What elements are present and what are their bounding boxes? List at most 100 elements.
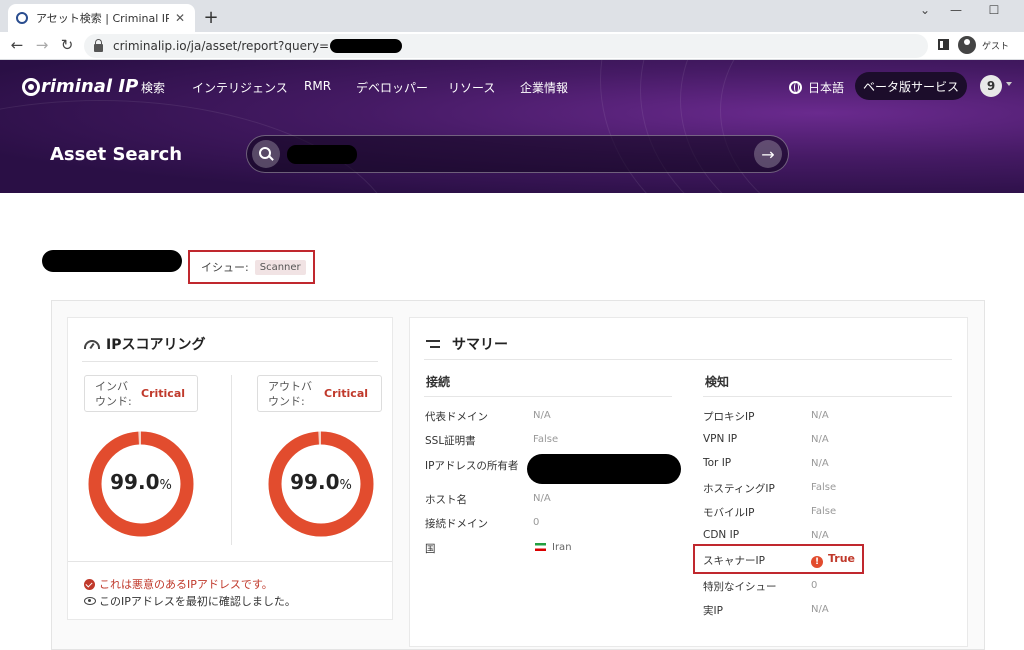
new-tab-icon[interactable]: + [202,7,220,28]
malicious-note-text: これは悪意のあるIPアドレスです。 [99,578,273,591]
row-value-proxy: N/A [811,410,829,421]
nav-search[interactable]: 検索 [141,79,165,96]
site-header: riminal IP 検索 インテリジェンス RMR デベロッパー リソース 企… [0,60,1024,193]
criminal-ip-logo[interactable]: riminal IP [22,76,138,97]
summary-title-text: サマリー [452,337,508,353]
user-avatar[interactable]: 9 [980,75,1002,97]
globe-icon [789,81,802,94]
eye-icon [84,597,96,605]
row-label-vpn: VPN IP [703,433,738,445]
row-value-tor: N/A [811,458,829,469]
checklist-icon [426,339,440,349]
nav-developer[interactable]: デベロッパー [356,79,428,96]
search-icon[interactable] [252,140,280,168]
nav-rmr[interactable]: RMR [304,79,331,93]
divider [703,396,952,397]
outbound-box: アウトバ ウンド: Critical [257,375,382,412]
url-text: criminalip.io/ja/asset/report?query= [113,39,330,53]
outbound-label-2: ウンド: [268,394,305,408]
forward-arrow-icon[interactable]: → [33,36,51,54]
row-label-special-issue: 特別なイシュー [703,581,777,593]
inbound-score: 99.0% [87,470,195,494]
browser-toolbar: ← → ↻ criminalip.io/ja/asset/report?quer… [0,32,1024,60]
chevron-down-icon[interactable] [1006,82,1012,86]
row-label-proxy: プロキシIP [703,411,755,423]
inbound-score-unit: % [159,478,172,493]
inbound-label-1: インバ [95,379,128,393]
asset-search-input[interactable]: → [246,135,789,173]
country-name: Iran [552,542,572,553]
maximize-icon[interactable]: ☐ [984,3,1004,17]
logo-text: riminal IP [41,76,139,97]
divider [68,561,392,562]
row-label-cdn: CDN IP [703,529,740,541]
detection-heading: 検知 [705,375,730,389]
redacted-search-query [287,145,357,164]
row-label-mobile: モバイルIP [703,507,755,519]
row-value-real-ip: N/A [811,604,829,615]
row-value-mobile: False [811,506,837,517]
iran-flag-icon [535,543,546,551]
site-favicon-icon [16,12,28,24]
issue-highlight: イシュー: Scanner [188,250,315,284]
row-label-connected-domains: 接続ドメイン [425,518,488,530]
ip-scoring-title-text: IPスコアリング [106,337,206,353]
profile-avatar-icon [958,36,976,54]
logo-mark-icon [22,77,40,96]
row-label-tor: Tor IP [703,457,732,469]
divider [424,396,672,397]
connection-heading: 接続 [426,375,451,389]
browser-tab[interactable]: アセット検索 | Criminal IP(クリミ ✕ [8,4,195,32]
minimize-icon[interactable]: — [946,3,966,17]
inbound-label-2: ウンド: [95,394,132,408]
redacted-ip-address [42,250,182,272]
browser-tabbar: アセット検索 | Criminal IP(クリミ ✕ + ⌄ — ☐ [0,0,1024,32]
row-value-ssl: False [533,434,559,445]
row-value-cdn: N/A [811,530,829,541]
row-label-primary-domain: 代表ドメイン [425,411,488,423]
outbound-score-value: 99.0 [290,470,340,494]
issue-tag[interactable]: Scanner [254,259,306,275]
arrow-right-icon[interactable]: → [754,140,782,168]
nav-company[interactable]: 企業情報 [520,79,568,96]
nav-resources[interactable]: リソース [448,79,495,96]
row-value-primary-domain: N/A [533,410,551,421]
page-title: Asset Search [50,144,183,165]
row-value-hostname: N/A [533,493,551,504]
score-divider [231,375,232,545]
row-value-connected-domains[interactable]: 0 [533,517,539,528]
outbound-score: 99.0% [267,470,375,494]
alert-icon: ! [811,556,823,568]
row-label-ssl: SSL証明書 [425,435,476,447]
issue-label: イシュー: [201,261,249,274]
tab-title: アセット検索 | Criminal IP(クリミ [36,12,169,25]
beta-service-button[interactable]: ベータ版サービス [855,72,967,100]
back-arrow-icon[interactable]: ← [8,36,26,54]
row-value-vpn: N/A [811,434,829,445]
row-label-scanner: スキャナーIP [703,555,765,567]
row-value-scanner: ! True [811,552,855,568]
row-label-country: 国 [425,543,436,555]
profile-button[interactable]: ゲスト [958,34,1009,56]
side-panel-icon[interactable] [938,39,949,50]
malicious-note: これは悪意のあるIPアドレスです。 [84,576,273,592]
gauge-icon [84,339,100,349]
address-bar[interactable]: criminalip.io/ja/asset/report?query= [84,34,928,58]
close-tab-icon[interactable]: ✕ [173,11,187,25]
inbound-box: インバ ウンド: Critical [84,375,198,412]
outbound-label-1: アウトバ [268,379,312,393]
divider [82,361,378,362]
redacted-query [330,39,403,53]
lock-icon [94,38,103,52]
row-label-hosting: ホスティングIP [703,483,775,495]
language-selector[interactable]: 日本語 [789,79,844,96]
inbound-level: Critical [141,387,186,400]
language-label: 日本語 [808,81,845,95]
first-seen-note: このIPアドレスを最初に確認しました。 [84,593,296,609]
reload-icon[interactable]: ↻ [58,36,76,54]
chevron-down-icon[interactable]: ⌄ [915,3,935,17]
row-label-hostname: ホスト名 [425,494,467,506]
nav-intelligence[interactable]: インテリジェンス [192,79,288,96]
row-label-owner: IPアドレスの所有者 [425,460,519,472]
summary-card [409,317,968,647]
